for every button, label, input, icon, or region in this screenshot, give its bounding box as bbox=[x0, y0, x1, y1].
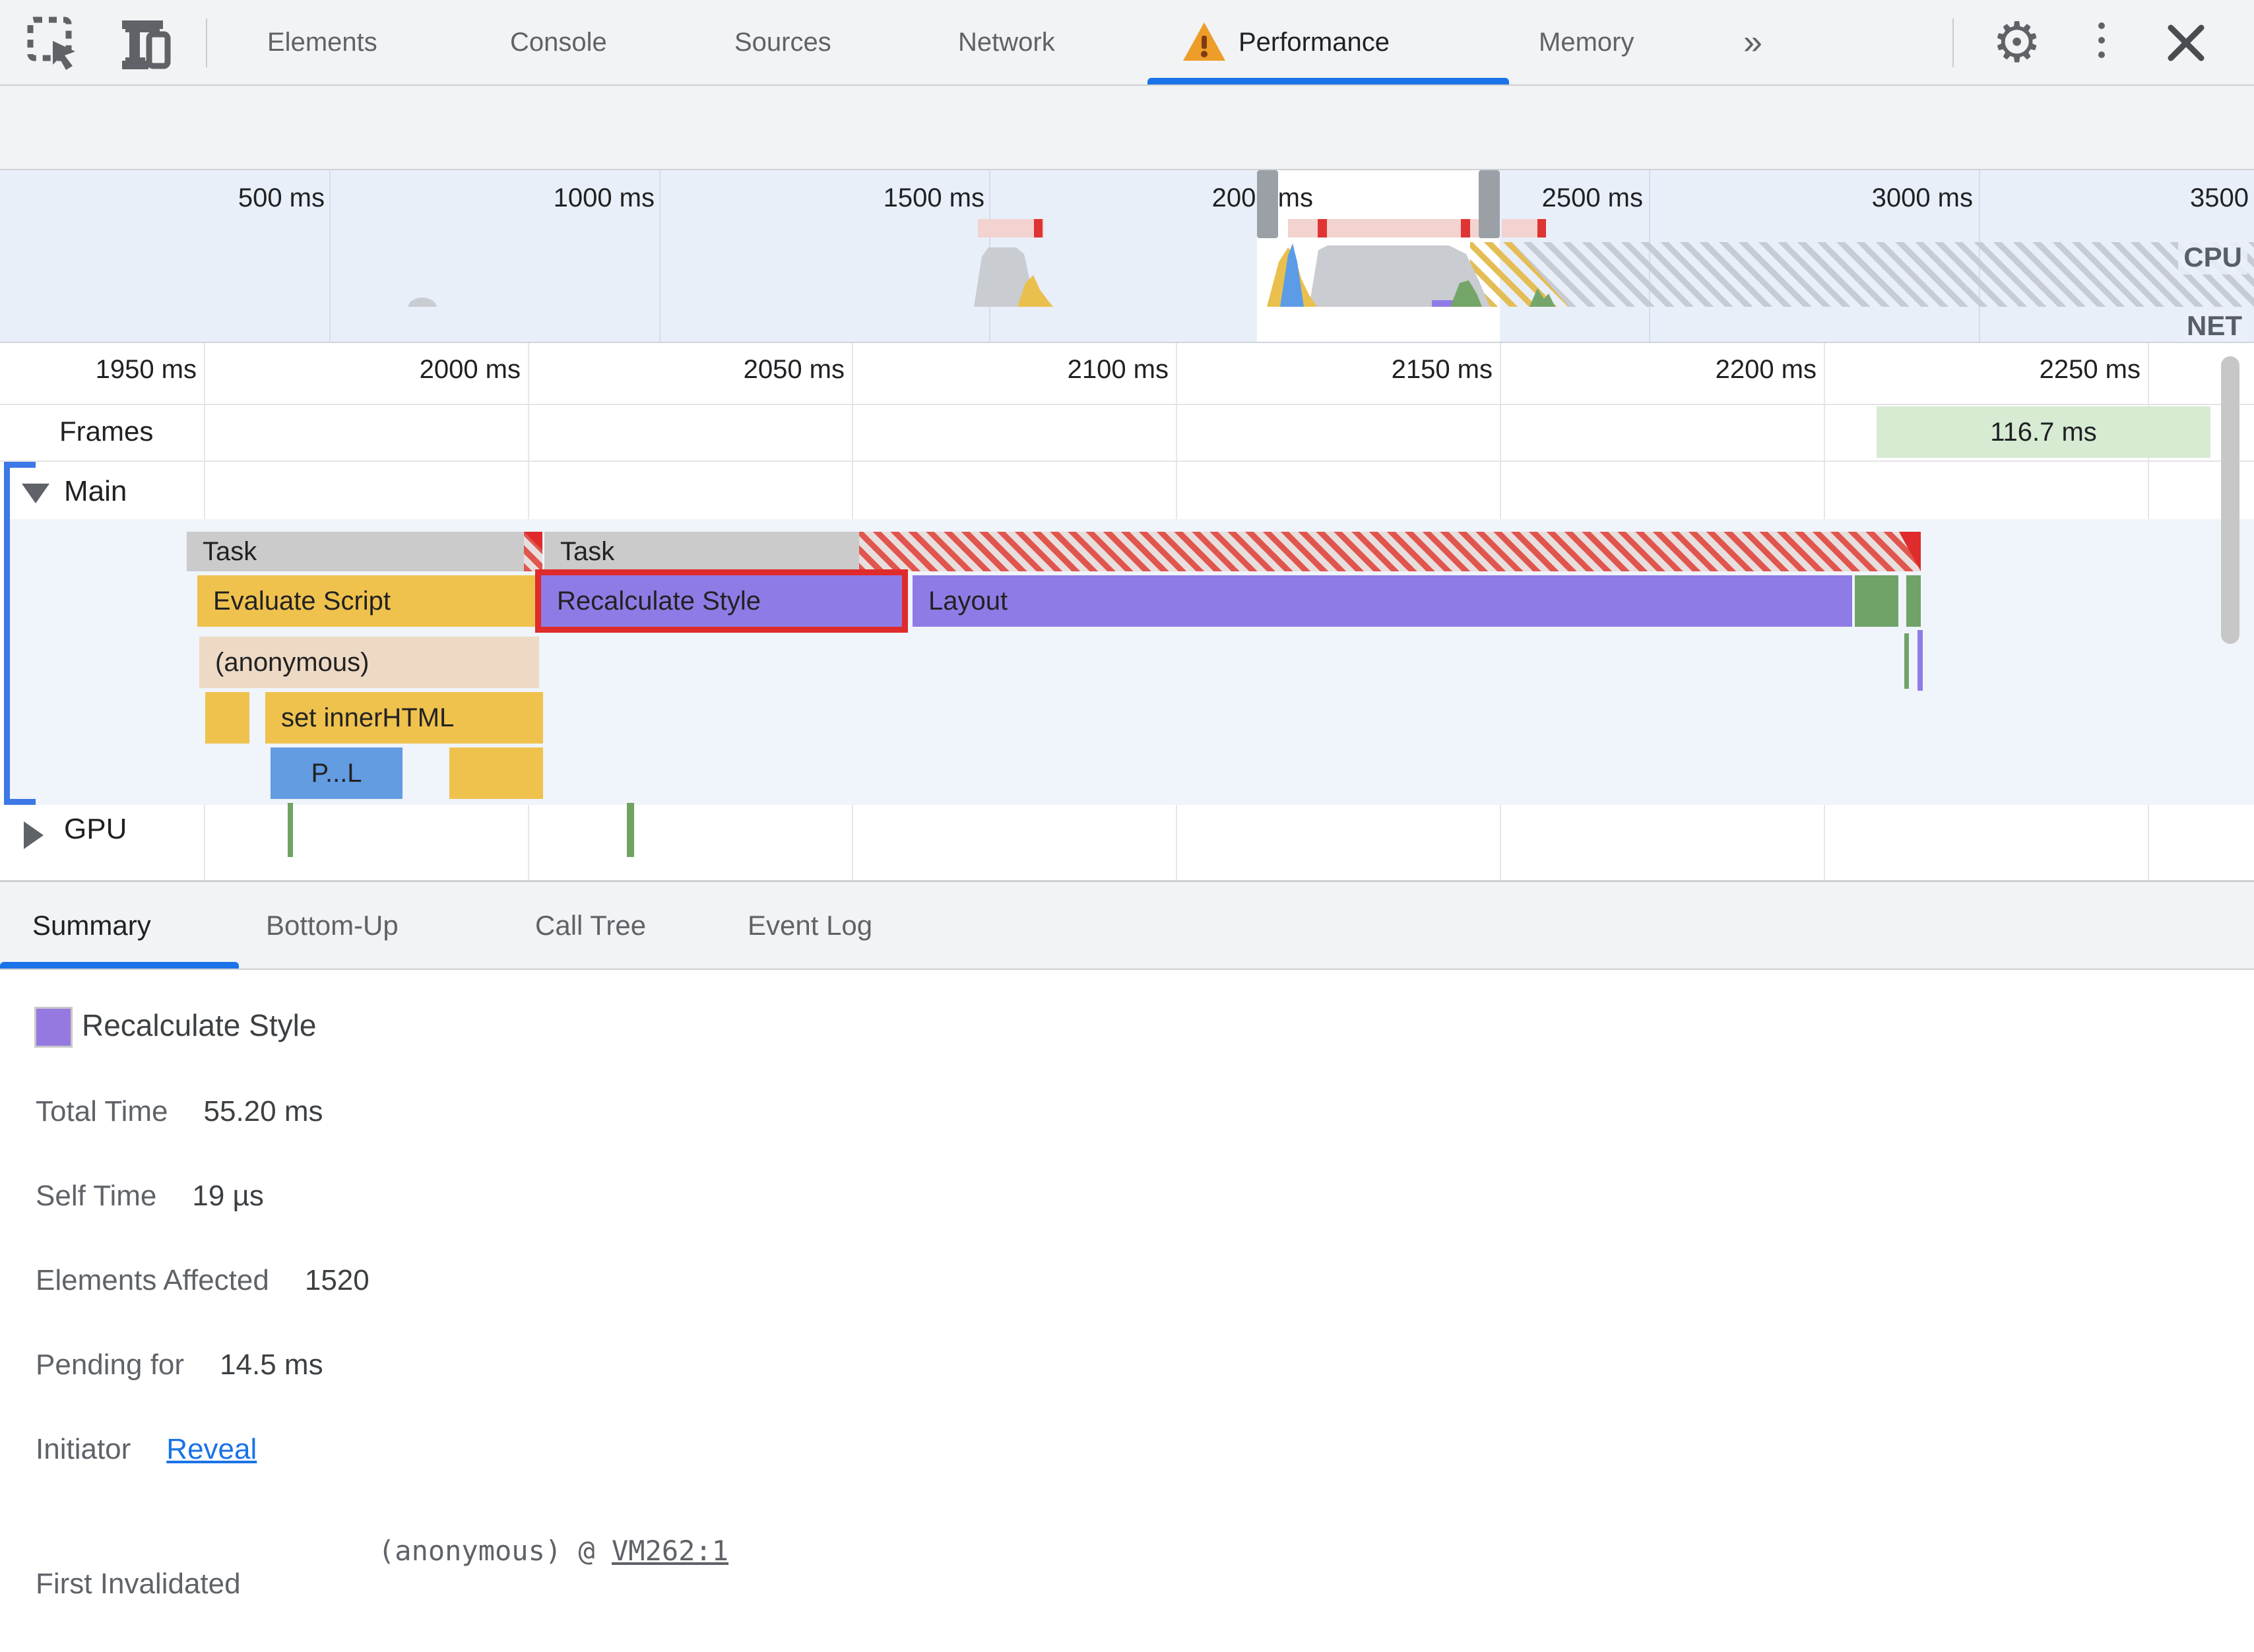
ruler-tick: 2000 ms bbox=[419, 355, 521, 384]
tab-summary[interactable]: Summary bbox=[32, 882, 151, 969]
first-invalidated-label: First Invalidated bbox=[36, 1568, 241, 1600]
cpu-track-label: CPU bbox=[2178, 240, 2247, 274]
devtools-tabbar: Elements Console Sources Network Perform… bbox=[0, 0, 2254, 86]
warning-icon bbox=[1180, 18, 1228, 66]
divider bbox=[206, 18, 207, 67]
tab-network[interactable]: Network bbox=[958, 0, 1055, 84]
tab-bottom-up[interactable]: Bottom-Up bbox=[266, 882, 399, 969]
flame-bar-evaluate-script[interactable]: Evaluate Script bbox=[197, 575, 539, 627]
flamechart-pane[interactable]: 1950 ms 2000 ms 2050 ms 2100 ms 2150 ms … bbox=[0, 343, 2254, 882]
gpu-track-label[interactable]: GPU bbox=[64, 813, 127, 846]
overview-tick: 500 ms bbox=[238, 183, 325, 212]
ruler-tick: 2200 ms bbox=[1715, 355, 1817, 384]
kebab-menu-icon[interactable] bbox=[2098, 22, 2105, 66]
flame-bar-paint[interactable] bbox=[1855, 575, 1898, 627]
main-track-bracket bbox=[4, 462, 10, 805]
tab-performance[interactable]: Performance bbox=[1239, 0, 1390, 84]
summary-row: Self Time 19 µs bbox=[36, 1180, 264, 1213]
tab-elements[interactable]: Elements bbox=[267, 0, 377, 84]
main-track-label[interactable]: Main bbox=[64, 475, 127, 508]
row-label: Initiator bbox=[36, 1433, 131, 1465]
gpu-expand-arrow-icon[interactable] bbox=[24, 821, 44, 849]
overview-tick: 3500 bbox=[2190, 183, 2249, 212]
device-toolbar-icon[interactable] bbox=[117, 15, 174, 71]
summary-row: Pending for 14.5 ms bbox=[36, 1349, 323, 1382]
net-track-label: NET bbox=[2181, 309, 2247, 342]
vertical-scrollbar[interactable] bbox=[2221, 356, 2239, 644]
ruler-tick: 1950 ms bbox=[95, 355, 197, 384]
flame-bar-set-innerhtml[interactable]: set innerHTML bbox=[265, 692, 543, 744]
ruler-tick: 2100 ms bbox=[1067, 355, 1169, 384]
row-value: 55.20 ms bbox=[203, 1095, 323, 1128]
overview-tick: 2500 ms bbox=[1541, 183, 1643, 212]
flame-bar-paint[interactable] bbox=[1906, 575, 1921, 627]
summary-panel: Recalculate Style Total Time 55.20 ms Sel… bbox=[0, 970, 2254, 1652]
summary-row: Elements Affected 1520 bbox=[36, 1264, 370, 1297]
flame-bar-anonymous[interactable]: (anonymous) bbox=[199, 637, 539, 688]
row-label: Self Time bbox=[36, 1180, 157, 1212]
tab-memory[interactable]: Memory bbox=[1539, 0, 1634, 84]
timeline-overview[interactable]: 500 ms 1000 ms 1500 ms 2000 ms 2500 ms 3… bbox=[0, 170, 2254, 343]
flame-bar-script[interactable] bbox=[205, 692, 249, 744]
selection-right-handle[interactable] bbox=[1479, 170, 1500, 238]
gpu-activity-bar[interactable] bbox=[627, 803, 634, 857]
close-icon[interactable] bbox=[2166, 22, 2206, 63]
tab-sources[interactable]: Sources bbox=[734, 0, 831, 84]
overview-tick: 1500 ms bbox=[883, 183, 984, 212]
ruler-tick: 2150 ms bbox=[1391, 355, 1493, 384]
ruler-tick: 2050 ms bbox=[743, 355, 845, 384]
row-label: Pending for bbox=[36, 1349, 185, 1381]
summary-row: Total Time 55.20 ms bbox=[36, 1095, 323, 1128]
settings-gear-icon[interactable]: ⚙ bbox=[1992, 8, 2042, 77]
divider bbox=[1952, 18, 1954, 67]
flame-bar-task[interactable]: Task bbox=[544, 532, 859, 571]
flame-bar-recalculate-style-selected[interactable]: Recalculate Style bbox=[535, 569, 908, 633]
ruler-tick: 2250 ms bbox=[2039, 355, 2141, 384]
devtools-window: Elements Console Sources Network Perform… bbox=[0, 0, 2254, 1652]
event-color-swatch bbox=[34, 1007, 73, 1048]
flame-sliver-paint[interactable] bbox=[1904, 633, 1909, 689]
stack-source-link[interactable]: VM262:1 bbox=[612, 1535, 728, 1567]
inspect-element-icon[interactable] bbox=[26, 16, 80, 70]
details-tabbar: Summary Bottom-Up Call Tree Event Log bbox=[0, 882, 2254, 970]
selection-left-handle[interactable] bbox=[1257, 170, 1278, 238]
gpu-activity-bar[interactable] bbox=[288, 803, 293, 857]
flame-bar-task-longtask-tail[interactable] bbox=[859, 532, 1921, 571]
tab-call-tree[interactable]: Call Tree bbox=[535, 882, 646, 969]
frames-track-label[interactable]: Frames bbox=[59, 416, 153, 447]
performance-toolbar: jlwagner.net #1 Screenshots Memory ⚙ bbox=[0, 86, 2254, 244]
overview-tick: 3000 ms bbox=[1871, 183, 1973, 212]
initiator-reveal-link[interactable]: Reveal bbox=[166, 1433, 257, 1466]
flame-bar-script[interactable] bbox=[449, 747, 543, 799]
summary-row-initiator: Initiator Reveal bbox=[36, 1433, 257, 1466]
flame-bar-parse-html[interactable]: P...L bbox=[271, 747, 402, 799]
overview-tick: 1000 ms bbox=[553, 183, 655, 212]
flame-bar-layout[interactable]: Layout bbox=[913, 575, 1852, 627]
first-invalidated-stack: (anonymous) @ VM262:1 bbox=[378, 1535, 729, 1567]
flame-bar-task[interactable]: Task bbox=[187, 532, 524, 571]
tab-console[interactable]: Console bbox=[510, 0, 607, 84]
more-tabs-chevron[interactable]: » bbox=[1743, 0, 1762, 84]
long-task-strip bbox=[1288, 219, 1481, 238]
flame-sliver-style[interactable] bbox=[1917, 630, 1923, 691]
row-label: Total Time bbox=[36, 1095, 168, 1128]
event-title: Recalculate Style bbox=[82, 1008, 317, 1042]
row-value: 19 µs bbox=[192, 1180, 264, 1212]
row-value: 1520 bbox=[304, 1264, 370, 1296]
cpu-activity-chart bbox=[408, 243, 1555, 307]
row-label: Elements Affected bbox=[36, 1264, 269, 1296]
active-tab-underline bbox=[1147, 78, 1509, 84]
main-collapse-arrow-icon[interactable] bbox=[22, 484, 49, 503]
flame-bar-task-longtask-tail[interactable] bbox=[524, 532, 542, 571]
long-task-strip bbox=[978, 219, 1044, 238]
long-task-strip bbox=[1502, 219, 1546, 238]
frame-duration-badge[interactable]: 116.7 ms bbox=[1877, 406, 2210, 458]
tab-event-log[interactable]: Event Log bbox=[748, 882, 872, 969]
active-tab-underline bbox=[0, 962, 239, 969]
row-value: 14.5 ms bbox=[220, 1349, 323, 1381]
